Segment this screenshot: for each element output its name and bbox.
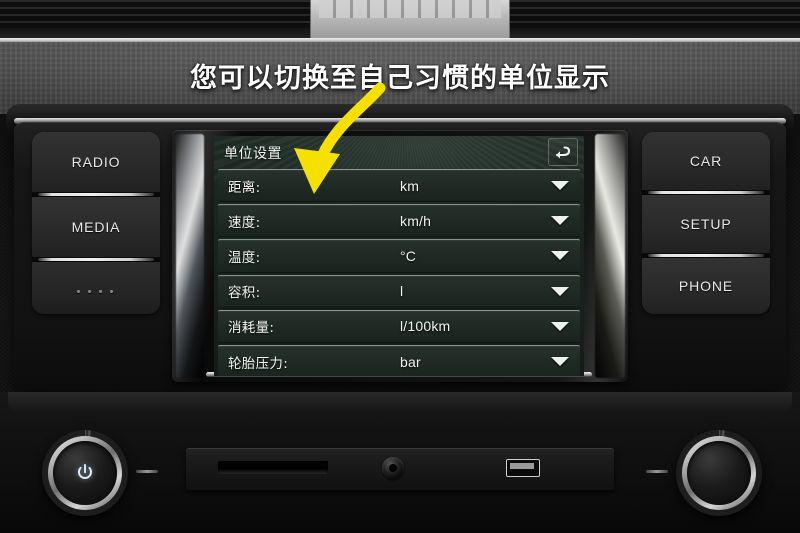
screen-header: 单位设置 xyxy=(214,136,584,169)
row-value: km xyxy=(400,177,420,194)
screen-bezel: 单位设置 距离: km 速度: km/h 温度: °C 容积: l 消耗量: l… xyxy=(172,130,628,382)
dot-grid-dots xyxy=(76,289,116,293)
row-value: bar xyxy=(400,353,421,370)
usb-port[interactable] xyxy=(506,459,540,477)
button-separator xyxy=(32,257,160,262)
car-button[interactable]: CAR xyxy=(642,132,770,190)
infotainment-screen[interactable]: 单位设置 距离: km 速度: km/h 温度: °C 容积: l 消耗量: l… xyxy=(214,136,584,376)
back-arrow-icon[interactable] xyxy=(548,138,578,166)
row-label: 温度: xyxy=(228,249,261,266)
aux-input-jack[interactable] xyxy=(382,457,404,479)
table-row[interactable]: 容积: l xyxy=(218,274,580,308)
vent-center-control[interactable] xyxy=(310,0,510,40)
setup-button[interactable]: SETUP xyxy=(642,195,770,253)
car-button-label: CAR xyxy=(689,153,723,169)
phone-button-label: PHONE xyxy=(678,278,734,294)
power-volume-knob[interactable] xyxy=(42,430,128,516)
radio-button[interactable]: RADIO xyxy=(32,132,160,192)
table-row[interactable]: 温度: °C xyxy=(218,239,580,273)
row-label: 消耗量: xyxy=(228,320,275,337)
table-row[interactable]: 轮胎压力: bar xyxy=(218,344,580,376)
right-button-cluster: CAR SETUP PHONE xyxy=(642,132,770,314)
knob-dash-right xyxy=(646,470,668,473)
row-value: km/h xyxy=(400,212,432,229)
row-label: 容积: xyxy=(228,285,261,302)
dashboard-screenshot: RADIO MEDIA 单位设置 距离: km 速度: km/h 温度: °C … xyxy=(0,0,800,533)
media-button[interactable]: MEDIA xyxy=(32,197,160,257)
chevron-down-icon[interactable] xyxy=(540,357,580,367)
phone-button[interactable]: PHONE xyxy=(642,258,770,314)
media-port-bar xyxy=(186,448,614,490)
chevron-down-icon[interactable] xyxy=(540,181,580,191)
sd-card-slot[interactable] xyxy=(218,461,328,474)
row-label: 轮胎压力: xyxy=(228,355,289,372)
left-button-cluster: RADIO MEDIA xyxy=(32,132,160,314)
knob-dash-left xyxy=(136,470,158,473)
bezel-gloss-right xyxy=(595,134,625,378)
power-icon xyxy=(42,430,128,516)
table-row[interactable]: 消耗量: l/100km xyxy=(218,309,580,343)
unit-settings-list: 距离: km 速度: km/h 温度: °C 容积: l 消耗量: l/100k… xyxy=(214,169,584,376)
radio-button-label: RADIO xyxy=(71,154,121,170)
setup-button-label: SETUP xyxy=(680,216,732,232)
console-shelf xyxy=(8,392,792,414)
bezel-gloss-left xyxy=(176,134,204,378)
row-value: l/100km xyxy=(400,318,451,335)
media-button-label: MEDIA xyxy=(71,219,121,235)
row-label: 距离: xyxy=(228,179,261,196)
head-unit: RADIO MEDIA 单位设置 距离: km 速度: km/h 温度: °C … xyxy=(14,122,786,390)
table-row[interactable]: 距离: km xyxy=(218,169,580,203)
row-value: l xyxy=(400,283,404,300)
speaker-dot-grid xyxy=(32,262,160,314)
tuning-knob[interactable] xyxy=(676,430,762,516)
page-title: 单位设置 xyxy=(224,145,282,162)
chevron-down-icon[interactable] xyxy=(540,286,580,296)
table-row[interactable]: 速度: km/h xyxy=(218,204,580,238)
chevron-down-icon[interactable] xyxy=(540,216,580,226)
row-value: °C xyxy=(400,247,417,264)
chevron-down-icon[interactable] xyxy=(540,321,580,331)
chevron-down-icon[interactable] xyxy=(540,251,580,261)
row-label: 速度: xyxy=(228,214,261,231)
